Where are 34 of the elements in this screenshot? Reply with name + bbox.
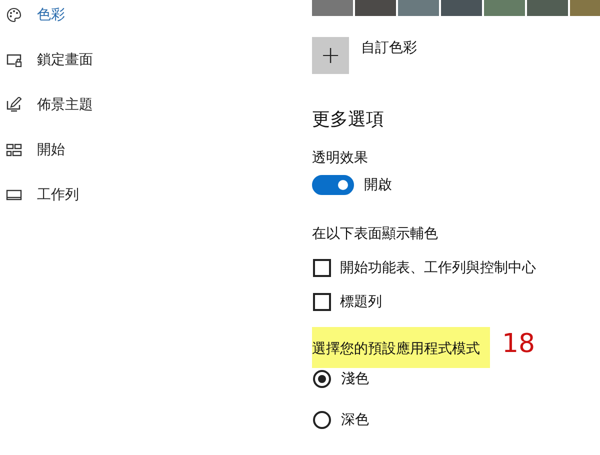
annotation-number: 18 — [502, 328, 536, 358]
radio-button[interactable] — [313, 411, 331, 429]
sidebar-item[interactable]: 色彩 — [0, 6, 65, 24]
palette-icon — [6, 7, 22, 23]
tiles-icon — [6, 142, 22, 158]
radio-button[interactable] — [313, 370, 331, 388]
toggle-switch[interactable] — [312, 175, 354, 195]
checkbox[interactable] — [313, 293, 331, 311]
color-swatch[interactable] — [312, 0, 353, 16]
radio-label: 淺色 — [341, 370, 369, 388]
taskbar-icon — [6, 187, 22, 203]
radio-label: 深色 — [341, 411, 369, 429]
color-swatch[interactable] — [527, 0, 568, 16]
checkbox-label: 開始功能表、工作列與控制中心 — [340, 259, 536, 277]
add-color-button[interactable]: + — [312, 37, 349, 74]
setting-label: 在以下表面顯示輔色 — [312, 225, 438, 243]
sidebar-item[interactable]: 佈景主題 — [0, 96, 93, 114]
sidebar-item[interactable]: 工作列 — [0, 186, 79, 204]
sidebar-item[interactable]: 鎖定畫面 — [0, 51, 93, 69]
checkbox-label: 標題列 — [340, 293, 382, 311]
checkbox[interactable] — [313, 259, 331, 277]
color-swatch[interactable] — [398, 0, 439, 16]
color-swatch[interactable] — [355, 0, 396, 16]
brush-monitor-icon — [6, 97, 22, 113]
color-swatch[interactable] — [441, 0, 482, 16]
toggle-state: 開啟 — [364, 176, 392, 194]
color-swatch[interactable] — [570, 0, 600, 16]
custom-color-label: 自訂色彩 — [361, 39, 417, 57]
sidebar-item[interactable]: 開始 — [0, 141, 65, 159]
lock-screen-icon — [6, 52, 22, 68]
color-swatch[interactable] — [484, 0, 525, 16]
setting-label: 選擇您的預設應用程式模式 — [312, 327, 490, 368]
section-heading: 更多選項 — [312, 108, 384, 131]
setting-label: 透明效果 — [312, 149, 368, 167]
